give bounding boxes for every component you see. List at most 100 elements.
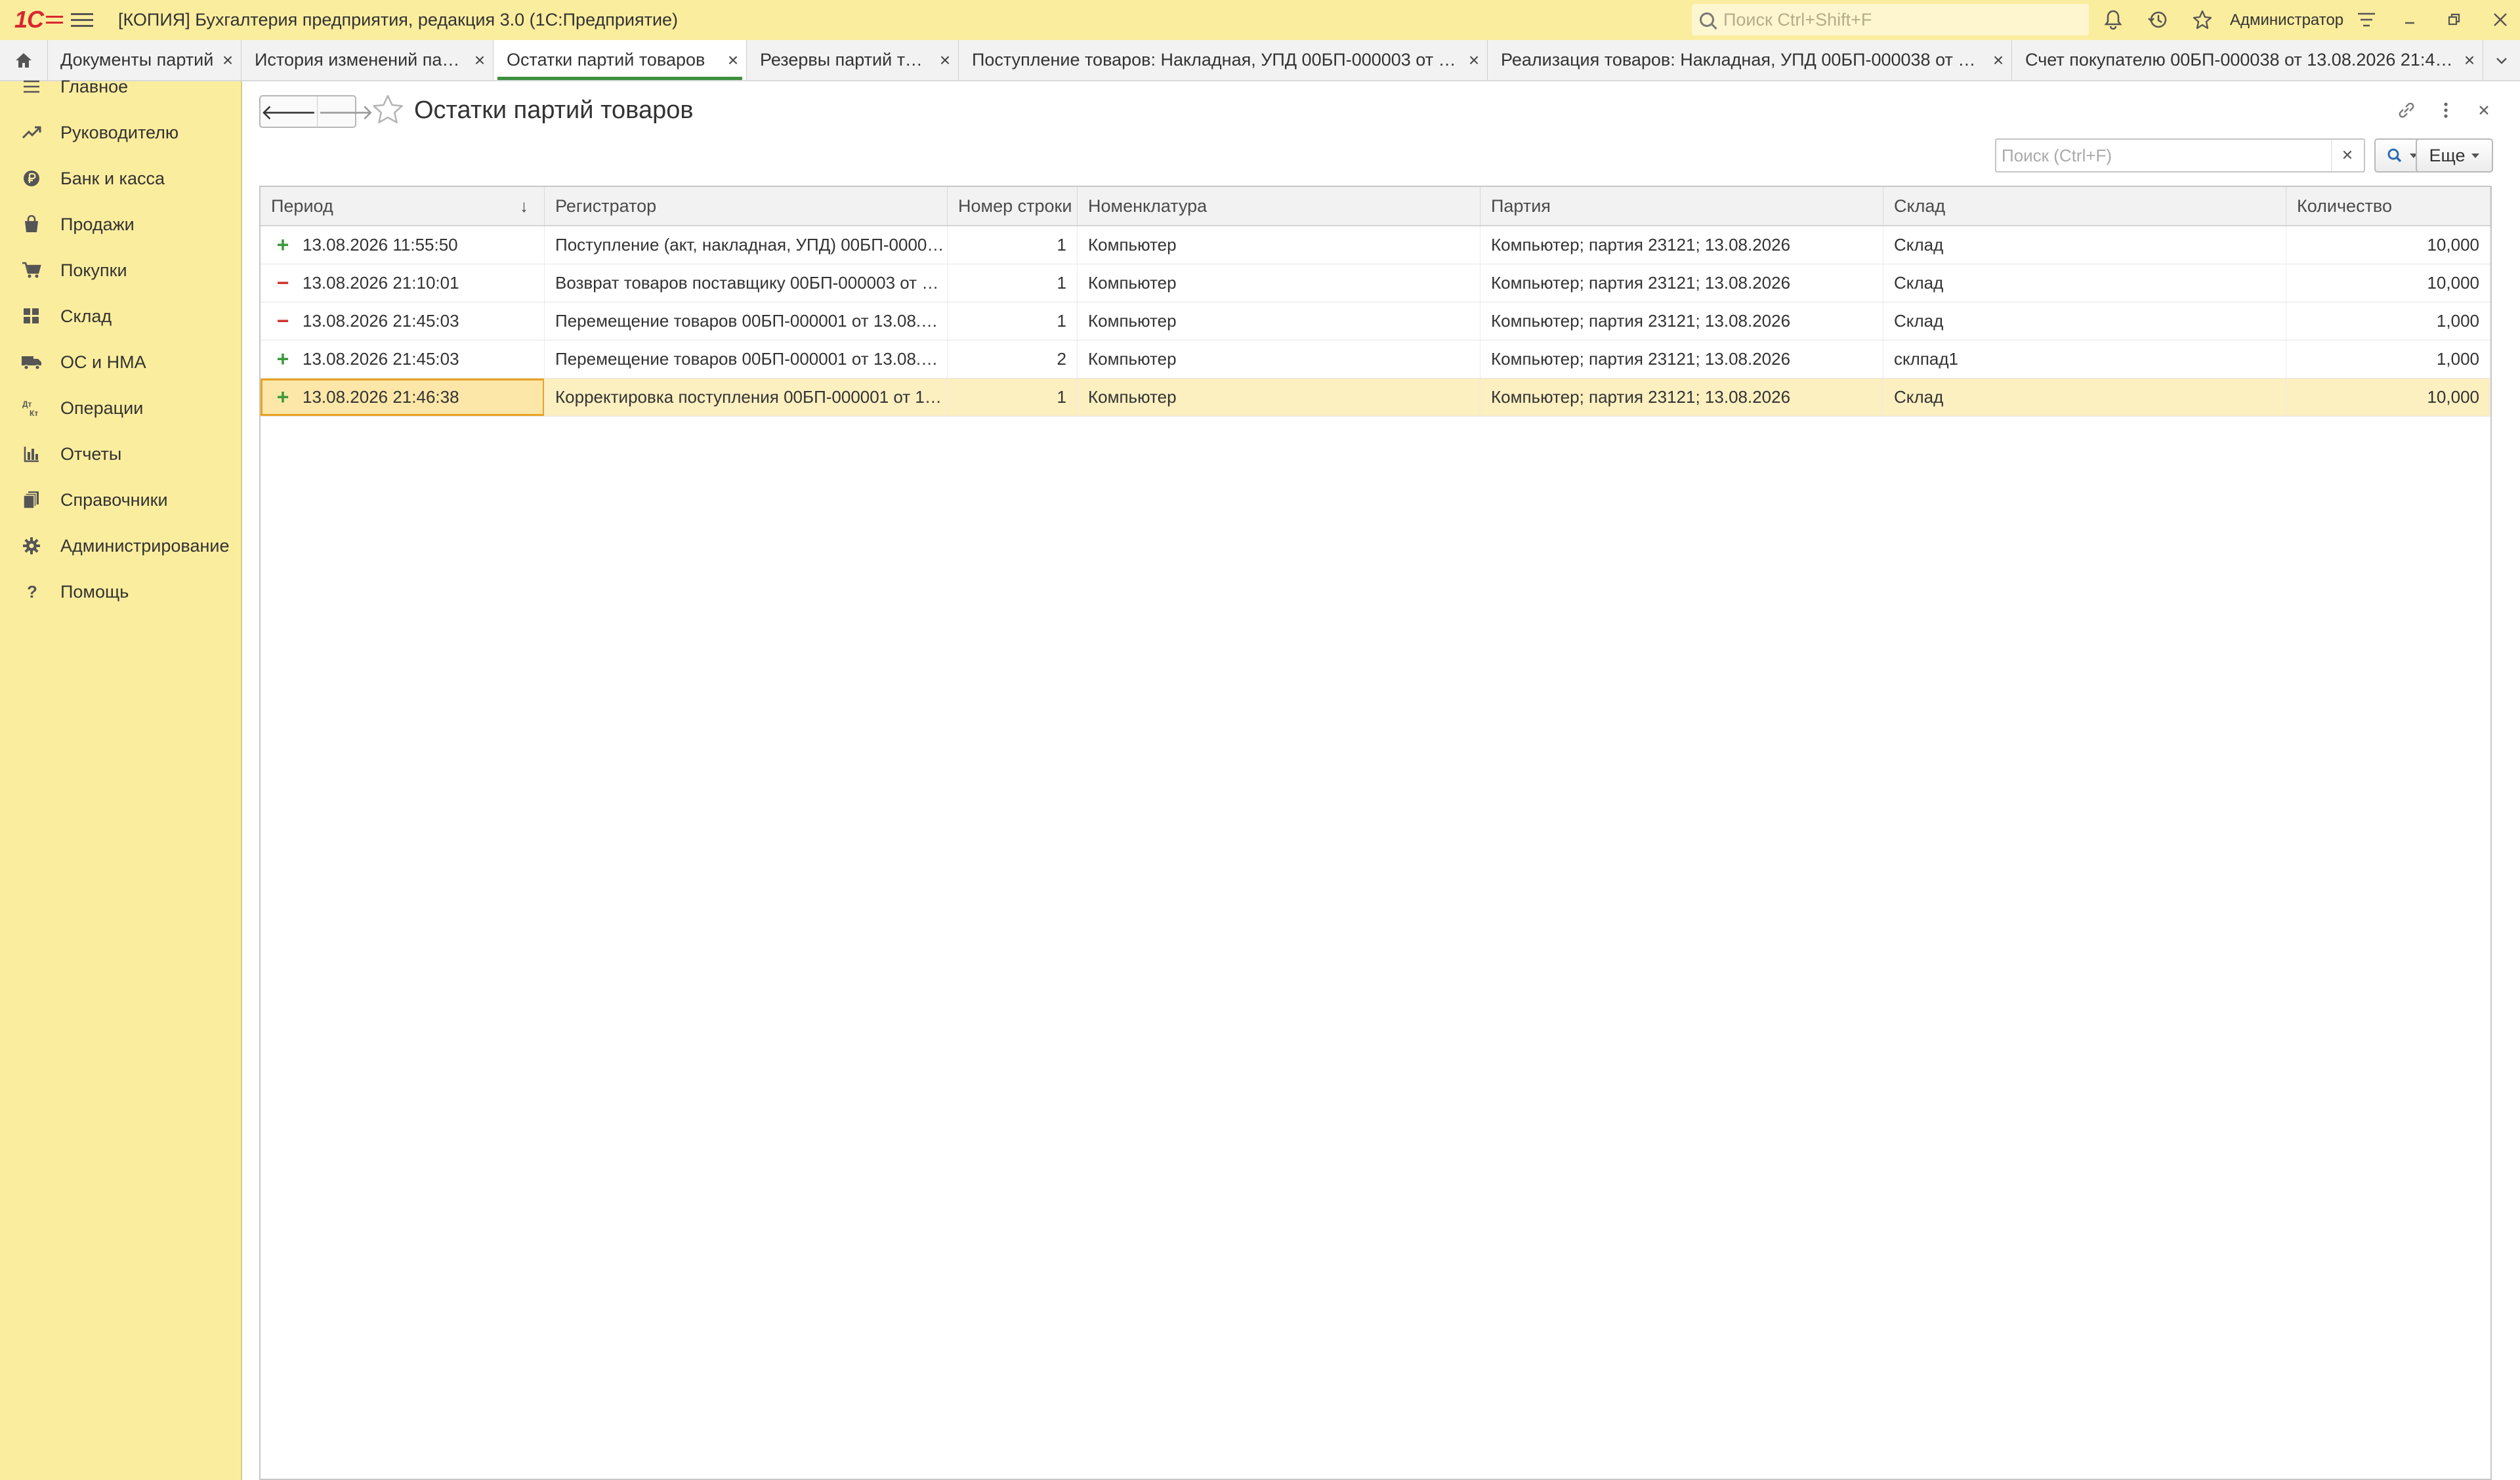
close-tab-icon[interactable]: × — [932, 50, 958, 71]
table-row[interactable]: −13.08.2026 21:10:01 Возврат товаров пост… — [261, 264, 2490, 302]
table-row[interactable]: +13.08.2026 21:45:03 Перемещение товаров … — [261, 340, 2490, 379]
sidebar-item-7[interactable]: ОС и НМА — [0, 342, 241, 382]
table-row[interactable]: +13.08.2026 21:46:38 Корректировка поступ… — [261, 379, 2490, 417]
close-tab-icon[interactable]: × — [467, 50, 493, 71]
cell-nomenclature[interactable]: Компьютер — [1078, 226, 1480, 264]
close-tab-icon[interactable]: × — [1985, 50, 2011, 71]
sidebar-item-8[interactable]: Дт Кт Операции — [0, 388, 241, 428]
cell-quantity[interactable]: 10,000 — [2286, 226, 2490, 264]
search-icon — [2387, 148, 2402, 163]
column-quantity-header[interactable]: Количество — [2286, 187, 2490, 225]
tab-6[interactable]: Реализация товаров: Накладная, УПД 00БП-… — [1488, 40, 2012, 80]
cell-line-number[interactable]: 1 — [948, 379, 1078, 416]
tab-4[interactable]: Резервы партий товаров× — [747, 40, 959, 80]
close-tab-icon[interactable]: × — [1461, 50, 1487, 71]
cell-batch[interactable]: Компьютер; партия 23121; 13.08.2026 — [1480, 340, 1883, 378]
tabs-overflow-chevron-icon[interactable] — [2483, 40, 2520, 80]
cell-period[interactable]: 13.08.2026 21:10:01 — [261, 264, 545, 302]
tab-2[interactable]: История изменений партий × — [242, 40, 494, 80]
cell-line-number[interactable]: 1 — [948, 264, 1078, 302]
column-period-header[interactable]: Период ↓ — [261, 187, 545, 225]
favorites-star-icon[interactable] — [2189, 7, 2216, 33]
link-icon[interactable] — [2392, 96, 2421, 125]
tab-3[interactable]: Остатки партий товаров × — [494, 40, 747, 80]
cell-quantity[interactable]: 10,000 — [2286, 379, 2490, 416]
app-title: [КОПИЯ] Бухгалтерия предприятия, редакци… — [118, 10, 679, 30]
app-logo[interactable]: 1С — [14, 4, 64, 35]
cell-nomenclature[interactable]: Компьютер — [1078, 302, 1480, 340]
cell-period[interactable]: 13.08.2026 21:45:03 — [261, 302, 545, 340]
cell-nomenclature[interactable]: Компьютер — [1078, 340, 1480, 378]
close-tab-icon[interactable]: × — [720, 50, 746, 71]
close-window-icon[interactable] — [2487, 7, 2513, 33]
sidebar-item-6[interactable]: Склад — [0, 297, 241, 336]
cell-period[interactable]: 13.08.2026 21:45:03 — [261, 340, 545, 378]
minimize-icon[interactable] — [2397, 7, 2423, 33]
sidebar-item-label: Покупки — [60, 260, 127, 280]
table-row[interactable]: +13.08.2026 11:55:50 Поступление (акт, на… — [261, 226, 2490, 264]
sidebar-item-label: Операции — [60, 398, 144, 418]
column-warehouse-header[interactable]: Склад — [1883, 187, 2286, 225]
cell-batch[interactable]: Компьютер; партия 23121; 13.08.2026 — [1480, 379, 1883, 416]
table-row[interactable]: −13.08.2026 21:45:03 Перемещение товаров … — [261, 302, 2490, 340]
cell-line-number[interactable]: 1 — [948, 226, 1078, 264]
cell-batch[interactable]: Компьютер; партия 23121; 13.08.2026 — [1480, 226, 1883, 264]
back-arrow-icon[interactable]: 🡐 — [261, 96, 318, 127]
column-batch-header[interactable]: Партия — [1480, 187, 1883, 225]
tab-5[interactable]: Поступление товаров: Накладная, УПД 00БП… — [959, 40, 1488, 80]
cell-quantity[interactable]: 1,000 — [2286, 302, 2490, 340]
restore-icon[interactable] — [2441, 7, 2468, 33]
more-vertical-icon[interactable] — [2431, 96, 2460, 125]
more-button[interactable]: Еще — [2416, 138, 2493, 173]
tab-7[interactable]: Счет покупателю 00БП-000038 от 13.08.202… — [2012, 40, 2483, 80]
current-user[interactable]: Администратор — [2230, 0, 2343, 40]
main-menu-icon[interactable] — [71, 9, 93, 31]
cell-quantity[interactable]: 1,000 — [2286, 340, 2490, 378]
close-form-icon[interactable] — [2469, 96, 2498, 125]
sidebar-item-12[interactable]: ? Помощь — [0, 572, 241, 611]
cell-registrar[interactable]: Перемещение товаров 00БП-000001 от 13.08… — [545, 340, 948, 378]
column-registrar-header[interactable]: Регистратор — [545, 187, 948, 225]
cell-registrar[interactable]: Возврат товаров поставщику 00БП-000003 о… — [545, 264, 948, 302]
column-line-number-header[interactable]: Номер строки — [948, 187, 1078, 225]
cell-period[interactable]: 13.08.2026 21:46:38 — [261, 379, 545, 416]
close-tab-icon[interactable]: × — [2456, 50, 2483, 71]
more-button-label: Еще — [2429, 145, 2466, 165]
cell-batch[interactable]: Компьютер; партия 23121; 13.08.2026 — [1480, 264, 1883, 302]
clear-search-icon[interactable]: ✕ — [2331, 140, 2363, 171]
sidebar-item-3[interactable]: Банк и касса — [0, 159, 241, 198]
global-search-input[interactable] — [1722, 9, 2066, 31]
bell-icon[interactable] — [2100, 7, 2126, 33]
cell-nomenclature[interactable]: Компьютер — [1078, 379, 1480, 416]
cell-warehouse[interactable]: склпад1 — [1883, 340, 2286, 378]
sidebar-item-11[interactable]: Администрирование — [0, 526, 241, 565]
cell-warehouse[interactable]: Склад — [1883, 302, 2286, 340]
warehouse-grid-icon — [18, 303, 45, 329]
cell-registrar[interactable]: Корректировка поступления 00БП-000001 от… — [545, 379, 948, 416]
sidebar-item-9[interactable]: Отчеты — [0, 434, 241, 474]
cell-period[interactable]: 13.08.2026 11:55:50 — [261, 226, 545, 264]
cell-warehouse[interactable]: Склад — [1883, 264, 2286, 302]
cell-nomenclature[interactable]: Компьютер — [1078, 264, 1480, 302]
sidebar-item-5[interactable]: Покупки — [0, 251, 241, 290]
favorite-star-icon[interactable] — [369, 92, 406, 129]
forward-arrow-icon[interactable]: 🡒 — [318, 96, 374, 127]
cell-registrar[interactable]: Перемещение товаров 00БП-000001 от 13.08… — [545, 302, 948, 340]
global-search[interactable] — [1692, 4, 2089, 35]
settings-lines-icon[interactable] — [2353, 7, 2380, 33]
ruble-coin-icon — [18, 165, 45, 192]
sidebar-item-2[interactable]: Руководителю — [0, 113, 241, 152]
history-icon[interactable] — [2145, 7, 2171, 33]
sidebar-item-1[interactable]: Главное — [0, 67, 241, 106]
cell-line-number[interactable]: 1 — [948, 302, 1078, 340]
cell-quantity[interactable]: 10,000 — [2286, 264, 2490, 302]
table-search-input[interactable] — [1996, 144, 2331, 167]
column-nomenclature-header[interactable]: Номенклатура — [1078, 187, 1480, 225]
cell-warehouse[interactable]: Склад — [1883, 226, 2286, 264]
sidebar-item-10[interactable]: Справочники — [0, 480, 241, 520]
cell-registrar[interactable]: Поступление (акт, накладная, УПД) 00БП-0… — [545, 226, 948, 264]
sidebar-item-4[interactable]: Продажи — [0, 205, 241, 244]
cell-warehouse[interactable]: Склад — [1883, 379, 2286, 416]
cell-line-number[interactable]: 2 — [948, 340, 1078, 378]
cell-batch[interactable]: Компьютер; партия 23121; 13.08.2026 — [1480, 302, 1883, 340]
